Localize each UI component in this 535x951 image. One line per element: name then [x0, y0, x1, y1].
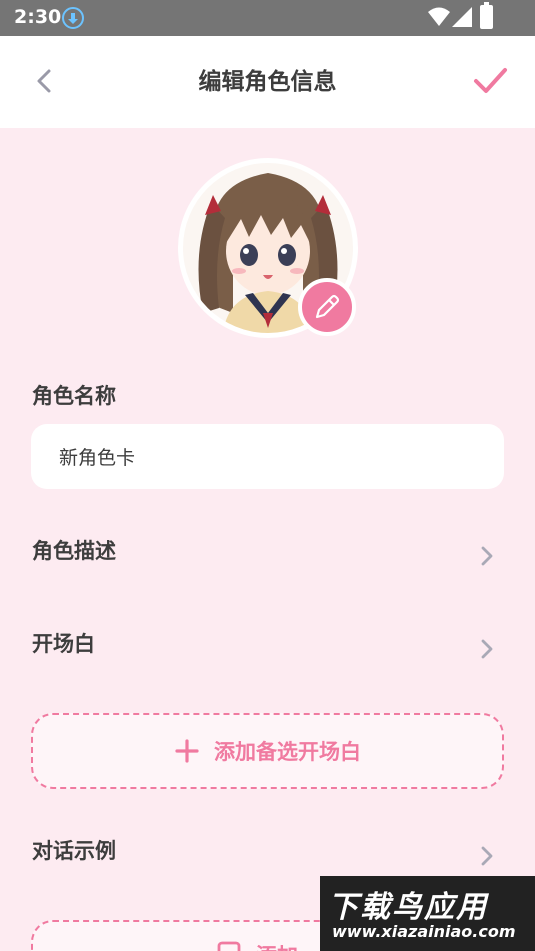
plus-icon	[175, 739, 199, 763]
chevron-right-icon	[481, 546, 493, 566]
confirm-check-icon[interactable]	[470, 64, 510, 98]
description-label: 角色描述	[32, 539, 116, 563]
description-row[interactable]: 角色描述	[0, 525, 535, 585]
name-field[interactable]	[31, 424, 504, 489]
download-icon	[62, 7, 84, 29]
status-bar: 2:30	[0, 0, 535, 36]
plus-icon	[217, 941, 241, 951]
page-title: 编辑角色信息	[198, 69, 337, 95]
chevron-right-icon	[481, 639, 493, 659]
status-time: 2:30	[14, 6, 62, 28]
opening-label: 开场白	[32, 632, 95, 656]
app-bar: 编辑角色信息	[0, 36, 535, 128]
name-field-container	[31, 424, 504, 489]
avatar-section	[178, 158, 358, 338]
watermark-title: 下载鸟应用	[328, 890, 488, 925]
watermark-url: www.xiazainiao.com	[332, 922, 516, 941]
edit-avatar-button[interactable]	[298, 278, 356, 336]
back-arrow-icon[interactable]	[30, 66, 60, 96]
opening-row[interactable]: 开场白	[0, 618, 535, 678]
name-label: 角色名称	[32, 384, 116, 408]
add-dialogue-example-label: 添加…	[256, 940, 319, 951]
add-alternate-opening-button[interactable]: 添加备选开场白	[31, 713, 504, 789]
battery-icon	[480, 2, 493, 29]
dialogue-examples-label: 对话示例	[32, 839, 116, 863]
watermark-logo: 下载鸟应用 www.xiazainiao.com	[320, 876, 535, 951]
pencil-icon	[315, 294, 340, 319]
cellular-icon	[452, 7, 472, 27]
chevron-right-icon	[481, 846, 493, 866]
wifi-icon	[428, 7, 450, 26]
add-alternate-opening-label: 添加备选开场白	[214, 740, 361, 764]
